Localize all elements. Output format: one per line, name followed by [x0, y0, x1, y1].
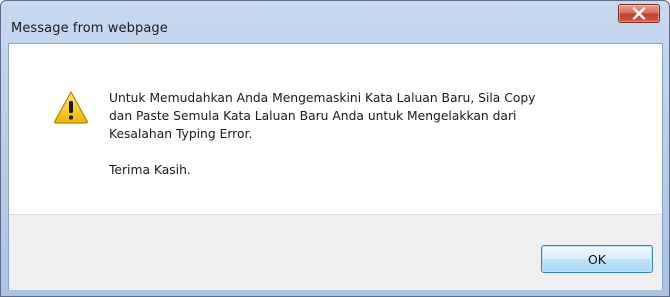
dialog-message: Untuk Memudahkan Anda Mengemaskini Kata …	[109, 89, 639, 179]
close-icon	[632, 7, 646, 20]
window-title: Message from webpage	[11, 21, 168, 36]
message-closing: Terima Kasih.	[109, 163, 191, 177]
warning-icon	[54, 91, 88, 124]
ok-button[interactable]: OK	[541, 245, 653, 273]
message-line: Untuk Memudahkan Anda Mengemaskini Kata …	[109, 91, 536, 105]
close-button[interactable]	[618, 4, 660, 23]
message-line: Kesalahan Typing Error.	[109, 127, 253, 141]
message-area: Untuk Memudahkan Anda Mengemaskini Kata …	[9, 44, 662, 214]
message-line: dan Paste Semula Kata Laluan Baru Anda u…	[109, 109, 517, 123]
dialog-client-area: Untuk Memudahkan Anda Mengemaskini Kata …	[8, 43, 663, 290]
title-bar[interactable]: Message from webpage	[1, 1, 669, 43]
dialog-window: Message from webpage Untuk Memudahkan An…	[0, 0, 670, 297]
button-bar: OK	[9, 214, 662, 290]
